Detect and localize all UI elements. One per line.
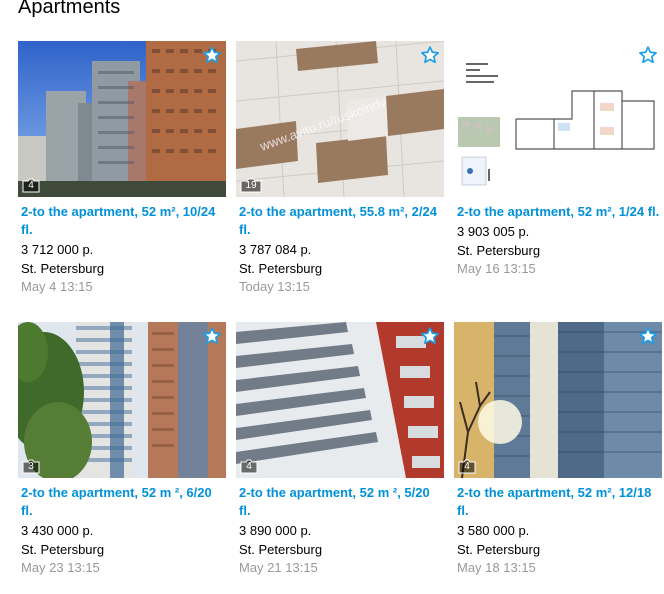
favorite-star-icon[interactable] [638, 326, 658, 346]
listing-card[interactable]: 4 2-to the apartment, 52 m², 12/18 fl. 3… [454, 322, 662, 577]
listing-photo[interactable]: 3 [18, 322, 226, 478]
photo-count: 4 [458, 458, 476, 474]
favorite-star-icon[interactable] [638, 45, 658, 65]
listing-city: St. Petersburg [457, 542, 541, 557]
listing-price: 3 580 000 р. [457, 523, 530, 538]
listing-city: St. Petersburg [457, 243, 541, 258]
listing-date: May 18 13:15 [457, 560, 536, 575]
listing-price: 3 430 000 р. [21, 523, 94, 538]
listing-photo[interactable]: 4 [236, 322, 444, 478]
listing-city: St. Petersburg [239, 542, 323, 557]
listing-title-link[interactable]: 2-to the apartment, 52 m², 12/18 fl. [454, 484, 662, 520]
listing-city: St. Petersburg [21, 542, 105, 557]
listing-card[interactable]: www.avito.ru/ruskolndv 19 2-to the apart… [236, 41, 444, 296]
photo-count: 4 [240, 458, 258, 474]
listing-date: May 23 13:15 [21, 560, 100, 575]
photo-count: 19 [240, 177, 262, 193]
listing-title-link[interactable]: 2-to the apartment, 52 m ², 5/20 fl. [236, 484, 444, 520]
listing-price: 3 787 084 р. [239, 242, 312, 257]
listing-date: Today 13:15 [239, 279, 310, 294]
listing-photo[interactable]: www.avito.ru/ruskolndv 19 [236, 41, 444, 197]
listing-date: May 21 13:15 [239, 560, 318, 575]
photo-count: 3 [22, 458, 40, 474]
listing-card[interactable]: 3 2-to the apartment, 52 m ², 6/20 fl. 3… [18, 322, 226, 577]
listing-city: St. Petersburg [239, 261, 323, 276]
photo-count-label: 4 [28, 179, 34, 191]
listing-title-link[interactable]: 2-to the apartment, 52 m², 1/24 fl. [454, 203, 662, 221]
photo-count: 4 [22, 177, 40, 193]
listing-date: May 4 13:15 [21, 279, 93, 294]
listing-photo[interactable]: 4 [454, 322, 662, 478]
photo-count-label: 3 [28, 460, 34, 472]
listing-card[interactable]: 4 2-to the apartment, 52 m², 10/24 fl. 3… [18, 41, 226, 296]
favorite-star-icon[interactable] [420, 45, 440, 65]
listing-price: 3 890 000 р. [239, 523, 312, 538]
photo-count-label: 4 [464, 460, 470, 472]
listing-price: 3 903 005 р. [457, 224, 530, 239]
favorite-star-icon[interactable] [420, 326, 440, 346]
listing-title-link[interactable]: 2-to the apartment, 52 m ², 6/20 fl. [18, 484, 226, 520]
favorite-star-icon[interactable] [202, 326, 222, 346]
photo-count-label: 19 [245, 179, 257, 191]
listing-photo[interactable]: 4 [18, 41, 226, 197]
photo-count-label: 4 [246, 460, 252, 472]
listing-card[interactable]: 2-to the apartment, 52 m², 1/24 fl. 3 90… [454, 41, 662, 278]
favorite-star-icon[interactable] [202, 45, 222, 65]
listing-title-link[interactable]: 2-to the apartment, 55.8 m², 2/24 fl. [236, 203, 444, 239]
listing-price: 3 712 000 р. [21, 242, 94, 257]
listing-title-link[interactable]: 2-to the apartment, 52 m², 10/24 fl. [18, 203, 226, 239]
section-title: Apartments [18, 0, 121, 18]
listing-card[interactable]: 4 2-to the apartment, 52 m ², 5/20 fl. 3… [236, 322, 444, 577]
listing-photo[interactable] [454, 41, 662, 197]
listing-city: St. Petersburg [21, 261, 105, 276]
listing-date: May 16 13:15 [457, 261, 536, 276]
